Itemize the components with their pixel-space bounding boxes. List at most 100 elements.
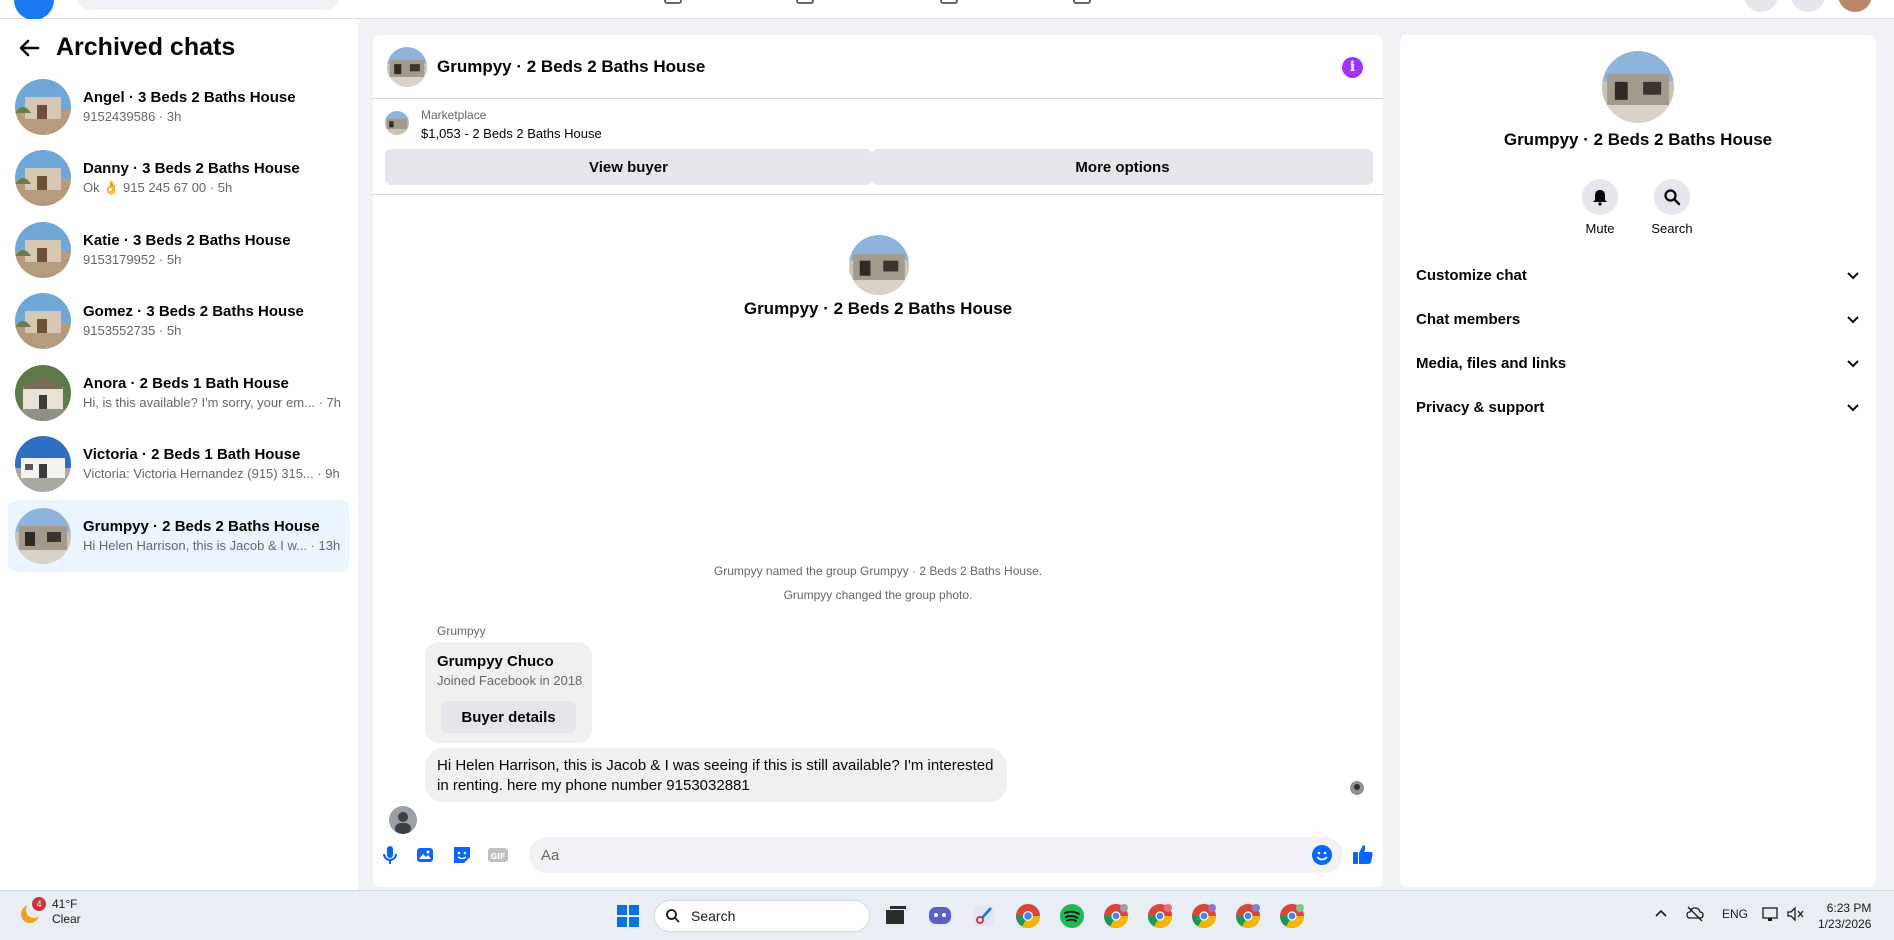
chat-name: Gomez · 3 Beds 2 Baths House xyxy=(83,303,304,321)
chrome-profile-1-icon[interactable] xyxy=(1102,902,1130,930)
taskbar-search-label: Search xyxy=(691,908,736,924)
chat-item-katie[interactable]: Katie · 3 Beds 2 Baths House 9153179952 ·… xyxy=(8,214,350,286)
windows-start-icon[interactable] xyxy=(614,902,642,930)
search-in-chat-button[interactable]: Search xyxy=(1642,179,1702,236)
marketplace-bar: Marketplace $1,053 - 2 Beds 2 Baths Hous… xyxy=(373,100,1383,195)
chat-avatar xyxy=(15,150,71,207)
system-clock[interactable]: 6:23 PM 1/23/2026 xyxy=(1818,900,1871,932)
chrome-profile-5-icon[interactable] xyxy=(1278,902,1306,930)
chevron-up-icon[interactable] xyxy=(1654,907,1668,921)
chrome-profile-3-icon[interactable] xyxy=(1190,902,1218,930)
view-buyer-button[interactable]: View buyer xyxy=(385,149,872,185)
section-customize-chat[interactable]: Customize chat xyxy=(1400,257,1876,293)
buyer-profile-card: Grumpyy Chuco Joined Facebook in 2018 Bu… xyxy=(425,642,592,743)
chat-item-gomez[interactable]: Gomez · 3 Beds 2 Baths House 9153552735 ·… xyxy=(8,286,350,358)
buyer-joined: Joined Facebook in 2018 xyxy=(437,673,583,688)
weather-widget[interactable]: 4 41°F Clear xyxy=(18,897,81,927)
network-icon[interactable] xyxy=(1762,906,1780,922)
chat-item-grumpyy[interactable]: Grumpyy · 2 Beds 2 Baths House Hi Helen H… xyxy=(8,500,350,572)
snipping-tool-icon[interactable] xyxy=(970,902,998,930)
section-label: Media, files and links xyxy=(1416,354,1567,372)
weather-moon-icon: 4 xyxy=(18,897,46,925)
clock-time: 6:23 PM xyxy=(1826,901,1872,915)
conversation-avatar[interactable] xyxy=(387,46,427,87)
listing-thumbnail[interactable] xyxy=(385,111,409,135)
chat-info-avatar[interactable] xyxy=(1602,51,1674,123)
nav-marketplace-icon[interactable] xyxy=(940,0,958,4)
back-arrow-icon[interactable] xyxy=(18,37,40,59)
system-message: Grumpyy named the group Grumpyy · 2 Beds… xyxy=(713,564,1043,578)
marketplace-label: Marketplace xyxy=(421,108,487,122)
chat-name: Anora · 2 Beds 1 Bath House xyxy=(83,374,289,392)
facebook-logo-icon[interactable] xyxy=(14,0,54,20)
sender-name: Grumpyy xyxy=(437,624,486,638)
thumbs-up-icon[interactable] xyxy=(1351,842,1375,866)
chat-avatar xyxy=(15,436,71,493)
gif-icon[interactable]: GIF xyxy=(487,844,509,866)
listing-title[interactable]: $1,053 - 2 Beds 2 Baths House xyxy=(421,126,602,141)
chat-snippet: 9153179952 · 5h xyxy=(83,251,182,267)
chrome-icon[interactable] xyxy=(1014,902,1042,930)
emoji-icon[interactable] xyxy=(1311,844,1333,866)
section-chat-members[interactable]: Chat members xyxy=(1400,301,1876,337)
taskbar-search[interactable]: Search xyxy=(654,900,870,932)
language-indicator[interactable]: ENG xyxy=(1722,907,1748,921)
microphone-icon[interactable] xyxy=(379,844,401,866)
teams-chat-icon[interactable] xyxy=(926,902,954,930)
chevron-down-icon xyxy=(1847,316,1859,324)
chat-item-anora[interactable]: Anora · 2 Beds 1 Bath House Hi, is this a… xyxy=(8,357,350,429)
search-icon xyxy=(666,909,680,923)
chat-item-victoria[interactable]: Victoria · 2 Beds 1 Bath House Victoria: … xyxy=(8,429,350,501)
nav-home-icon[interactable] xyxy=(664,0,682,4)
section-label: Privacy & support xyxy=(1416,398,1545,416)
section-media-files-links[interactable]: Media, files and links xyxy=(1400,345,1876,381)
clock-date: 1/23/2026 xyxy=(1818,917,1872,931)
chat-snippet: Hi, is this available? I'm sorry, your e… xyxy=(83,394,341,410)
top-nav-bar xyxy=(0,0,1894,20)
chat-avatar xyxy=(15,221,71,278)
mute-button[interactable]: Mute xyxy=(1570,179,1630,236)
chat-item-angel[interactable]: Angel · 3 Beds 2 Baths House 9152439586 ·… xyxy=(8,71,350,143)
facebook-search-input[interactable] xyxy=(76,0,340,10)
chat-avatar xyxy=(15,78,71,135)
bell-icon xyxy=(1593,190,1607,206)
message-thread: Grumpyy · 2 Beds 2 Baths House Grumpyy n… xyxy=(373,195,1383,834)
section-label: Chat members xyxy=(1416,310,1521,328)
menu-grid-button[interactable] xyxy=(1744,0,1778,12)
buyer-details-button[interactable]: Buyer details xyxy=(441,701,576,733)
cloud-offline-icon[interactable] xyxy=(1686,906,1704,922)
conversation-header: Grumpyy · 2 Beds 2 Baths House i xyxy=(373,35,1383,99)
photo-icon[interactable] xyxy=(415,844,437,866)
section-privacy-support[interactable]: Privacy & support xyxy=(1400,389,1876,425)
weather-badge: 4 xyxy=(32,897,46,911)
chat-avatar xyxy=(15,293,71,350)
info-icon[interactable]: i xyxy=(1342,57,1363,78)
sidebar-header: Archived chats xyxy=(18,33,235,62)
composer-bar: GIF Aa xyxy=(373,827,1383,887)
nav-gaming-icon[interactable] xyxy=(1073,0,1091,4)
chat-item-danny[interactable]: Danny · 3 Beds 2 Baths House Ok 👌 915 245… xyxy=(8,143,350,215)
message-bubble[interactable]: Hi Helen Harrison, this is Jacob & I was… xyxy=(425,748,1007,802)
chat-snippet: Hi Helen Harrison, this is Jacob & I w..… xyxy=(83,537,341,553)
notifications-button[interactable] xyxy=(1791,0,1825,12)
temperature: 41°F xyxy=(52,897,78,911)
chevron-down-icon xyxy=(1847,404,1859,412)
sticker-icon[interactable] xyxy=(451,844,473,866)
message-input[interactable]: Aa xyxy=(529,837,1343,873)
conversation-title[interactable]: Grumpyy · 2 Beds 2 Baths House xyxy=(437,57,705,77)
chrome-profile-4-icon[interactable] xyxy=(1234,902,1262,930)
chat-name: Grumpyy · 2 Beds 2 Baths House xyxy=(83,517,320,535)
task-view-icon[interactable] xyxy=(882,902,910,930)
more-options-button[interactable]: More options xyxy=(872,149,1373,185)
weather-condition: Clear xyxy=(52,912,81,926)
profile-avatar-button[interactable] xyxy=(1838,0,1872,12)
chat-name: Danny · 3 Beds 2 Baths House xyxy=(83,160,300,178)
volume-muted-icon[interactable] xyxy=(1786,906,1804,922)
chrome-profile-2-icon[interactable] xyxy=(1146,902,1174,930)
spotify-icon[interactable] xyxy=(1058,902,1086,930)
chat-info-panel: Grumpyy · 2 Beds 2 Baths House Mute Sear… xyxy=(1400,35,1876,887)
nav-video-icon[interactable] xyxy=(796,0,814,4)
chat-avatar xyxy=(15,364,71,421)
buyer-name: Grumpyy Chuco xyxy=(437,653,554,670)
chat-info-name: Grumpyy · 2 Beds 2 Baths House xyxy=(1503,130,1773,149)
